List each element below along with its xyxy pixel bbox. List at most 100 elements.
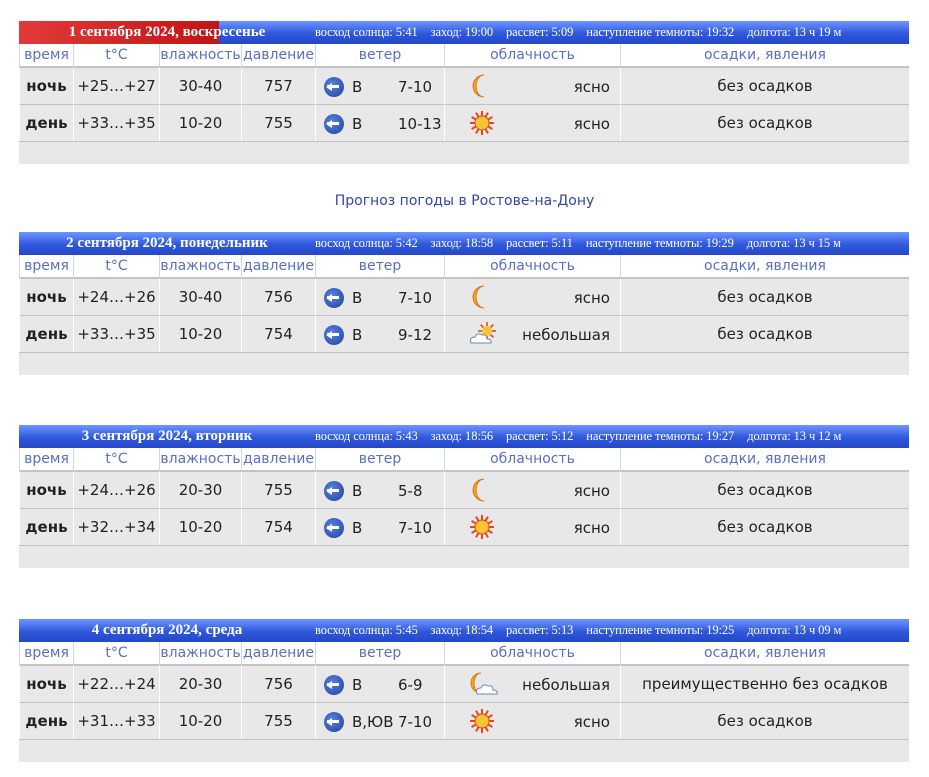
day-length: долгота: 13 ч 12 м bbox=[747, 429, 842, 443]
wind-direction-icon bbox=[324, 114, 344, 134]
col-temp: t°C bbox=[73, 44, 159, 67]
sunset: заход: 18:56 bbox=[430, 429, 494, 443]
temperature: +24…+26 bbox=[73, 471, 159, 508]
wind-cell: В 9-12 bbox=[315, 315, 444, 352]
col-wind: ветер bbox=[315, 255, 444, 278]
table-row: ночь +24…+26 20-30 755 В 5-8 ясно без осадков bbox=[19, 471, 909, 508]
day-block-1: 1 сентября 2024, воскресенье восход солн… bbox=[19, 21, 909, 164]
precipitation: без осадков bbox=[620, 702, 909, 739]
col-precip: осадки, явления bbox=[620, 44, 909, 67]
precipitation: без осадков bbox=[620, 315, 909, 352]
col-time: время bbox=[19, 642, 73, 665]
cloud-cell: ясно bbox=[444, 104, 620, 141]
day-block-3: 3 сентября 2024, вторник восход солнца: … bbox=[19, 425, 909, 568]
pressure: 756 bbox=[241, 278, 315, 315]
cloudiness: ясно bbox=[573, 115, 610, 133]
wind-direction: В bbox=[352, 326, 363, 344]
sunrise: восход солнца: 5:42 bbox=[315, 236, 418, 250]
wind-speed: 10-13 bbox=[398, 115, 442, 133]
pressure: 757 bbox=[241, 67, 315, 104]
col-time: время bbox=[19, 44, 73, 67]
table-footer bbox=[19, 141, 909, 164]
temperature: +33…+35 bbox=[73, 315, 159, 352]
day-block-4: 4 сентября 2024, среда восход солнца: 5:… bbox=[19, 619, 909, 762]
table-footer bbox=[19, 739, 909, 762]
wind-direction: В bbox=[352, 676, 363, 694]
col-temp: t°C bbox=[73, 642, 159, 665]
col-cloud: облачность bbox=[444, 44, 620, 67]
forecast-table: время t°C влажность давление ветер облачность… bbox=[19, 642, 909, 739]
wind-direction-icon bbox=[324, 325, 344, 345]
wind-direction: В,ЮВ bbox=[352, 713, 394, 731]
darkness: наступление темноты: 19:32 bbox=[586, 25, 735, 39]
wind-direction: В bbox=[352, 115, 363, 133]
sunset: заход: 19:00 bbox=[430, 25, 494, 39]
humidity: 20-30 bbox=[159, 471, 241, 508]
darkness: наступление темноты: 19:27 bbox=[586, 429, 735, 443]
wind-cell: В,ЮВ 7-10 bbox=[315, 702, 444, 739]
wind-direction-icon bbox=[324, 675, 344, 695]
sun-info: восход солнца: 5:45 заход: 18:54 рассвет: … bbox=[315, 619, 854, 642]
sunset: заход: 18:58 bbox=[430, 236, 494, 250]
humidity: 10-20 bbox=[159, 702, 241, 739]
wind-speed: 5-8 bbox=[398, 482, 423, 500]
day-date: 4 сентября 2024, среда bbox=[91, 622, 243, 638]
col-pressure: давление bbox=[241, 448, 315, 471]
col-humidity: влажность bbox=[159, 255, 241, 278]
wind-speed: 7-10 bbox=[398, 713, 433, 731]
pressure: 755 bbox=[241, 702, 315, 739]
table-row: ночь +24…+26 30-40 756 В 7-10 ясно без осадков bbox=[19, 278, 909, 315]
forecast-table: время t°C влажность давление ветер облачность… bbox=[19, 44, 909, 141]
wind-direction-icon bbox=[324, 518, 344, 538]
wind-speed: 7-10 bbox=[398, 519, 433, 537]
sunrise: восход солнца: 5:45 bbox=[315, 623, 418, 637]
precipitation: без осадков bbox=[620, 278, 909, 315]
wind-cell: В 5-8 bbox=[315, 471, 444, 508]
cloudiness: ясно bbox=[573, 78, 610, 96]
dawn: рассвет: 5:13 bbox=[506, 623, 574, 637]
sun-icon bbox=[467, 514, 497, 540]
wind-cell: В 6-9 bbox=[315, 665, 444, 702]
city-forecast-link[interactable]: Прогноз погоды в Ростове-на-Дону bbox=[0, 193, 929, 209]
day-date: 1 сентября 2024, воскресенье bbox=[68, 24, 266, 40]
pressure: 754 bbox=[241, 508, 315, 545]
sun-cloud-icon bbox=[467, 321, 497, 347]
wind-speed: 7-10 bbox=[398, 78, 433, 96]
col-cloud: облачность bbox=[444, 448, 620, 471]
table-header-row: время t°C влажность давление ветер облачность… bbox=[19, 642, 909, 665]
wind-direction: В bbox=[352, 289, 363, 307]
day-length: долгота: 13 ч 19 м bbox=[747, 25, 842, 39]
table-row: ночь +25…+27 30-40 757 В 7-10 ясно без осадков bbox=[19, 67, 909, 104]
sunrise: восход солнца: 5:41 bbox=[315, 25, 418, 39]
precipitation: без осадков bbox=[620, 67, 909, 104]
table-footer bbox=[19, 545, 909, 568]
moon-icon bbox=[467, 284, 497, 310]
wind-direction-icon bbox=[324, 288, 344, 308]
time-of-day: ночь bbox=[19, 665, 73, 702]
col-precip: осадки, явления bbox=[620, 642, 909, 665]
wind-cell: В 7-10 bbox=[315, 67, 444, 104]
col-cloud: облачность bbox=[444, 255, 620, 278]
col-humidity: влажность bbox=[159, 44, 241, 67]
temperature: +31…+33 bbox=[73, 702, 159, 739]
temperature: +33…+35 bbox=[73, 104, 159, 141]
wind-direction: В bbox=[352, 519, 363, 537]
sunset: заход: 18:54 bbox=[430, 623, 494, 637]
time-of-day: день bbox=[19, 508, 73, 545]
temperature: +25…+27 bbox=[73, 67, 159, 104]
day-date: 3 сентября 2024, вторник bbox=[81, 428, 253, 444]
col-time: время bbox=[19, 255, 73, 278]
col-wind: ветер bbox=[315, 448, 444, 471]
moon-icon bbox=[467, 73, 497, 99]
day-header: 2 сентября 2024, понедельник восход солн… bbox=[19, 232, 909, 255]
cloud-cell: небольшая bbox=[444, 315, 620, 352]
dawn: рассвет: 5:12 bbox=[506, 429, 574, 443]
cloudiness: ясно bbox=[573, 289, 610, 307]
wind-cell: В 10-13 bbox=[315, 104, 444, 141]
day-header: 3 сентября 2024, вторник восход солнца: … bbox=[19, 425, 909, 448]
table-row: день +32…+34 10-20 754 В 7-10 ясно без осадков bbox=[19, 508, 909, 545]
wind-cell: В 7-10 bbox=[315, 508, 444, 545]
humidity: 10-20 bbox=[159, 315, 241, 352]
day-length: долгота: 13 ч 15 м bbox=[746, 236, 841, 250]
sun-icon bbox=[467, 708, 497, 734]
